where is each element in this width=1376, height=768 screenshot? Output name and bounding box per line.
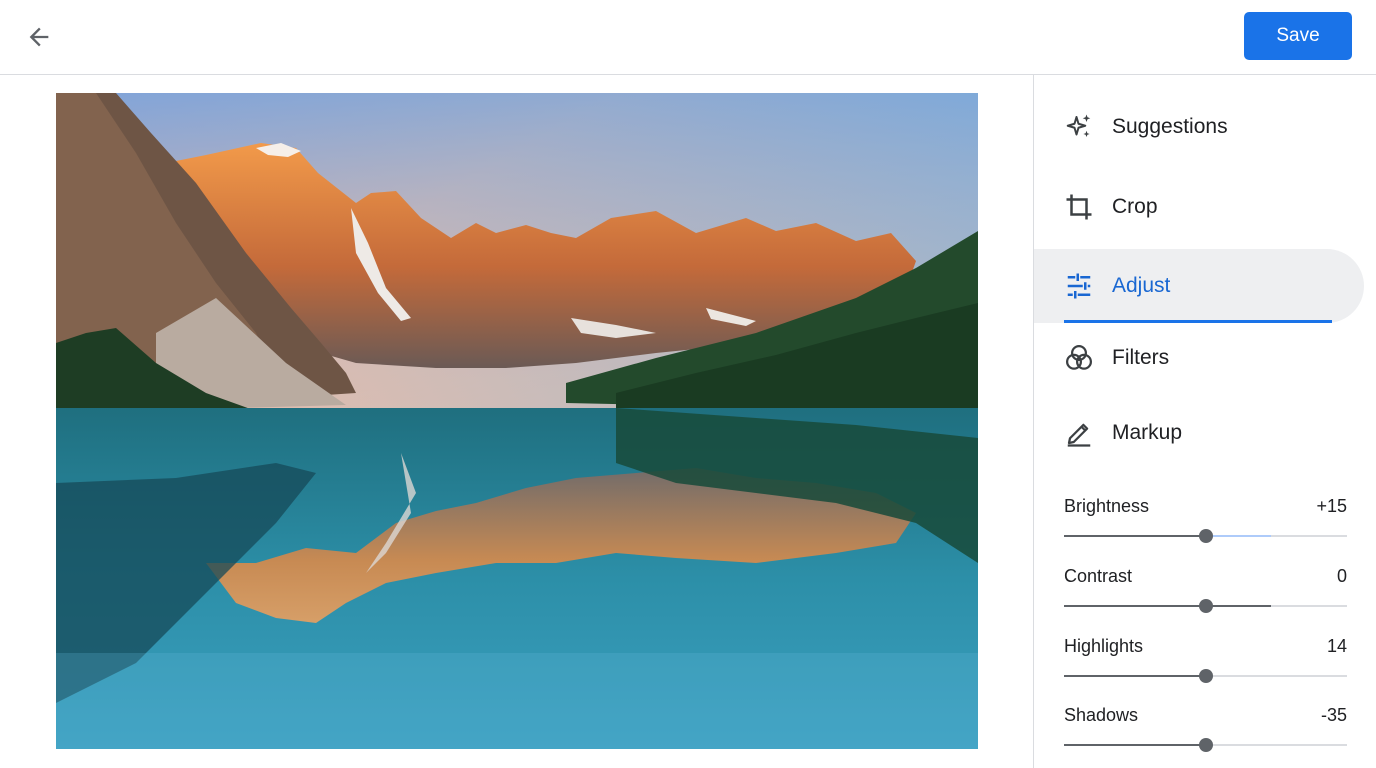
crop-icon (1066, 194, 1092, 220)
slider-fill (1064, 605, 1206, 607)
tool-label: Crop (1112, 195, 1158, 218)
tool-filters[interactable]: Filters (1034, 321, 1364, 395)
sparkle-icon (1066, 114, 1091, 137)
shadows-slider[interactable]: Shadows -35 (1064, 705, 1347, 765)
top-toolbar: Save (0, 0, 1376, 75)
slider-value: +15 (1316, 496, 1347, 516)
photo-canvas (0, 75, 1033, 768)
tool-label: Adjust (1112, 274, 1171, 297)
mountain-lake-photo (56, 93, 978, 749)
tool-label: Suggestions (1112, 115, 1228, 138)
contrast-slider[interactable]: Contrast 0 (1064, 566, 1347, 626)
tool-adjust[interactable]: Adjust (1034, 249, 1364, 323)
slider-thumb[interactable] (1198, 669, 1213, 683)
slider-fill (1064, 744, 1206, 746)
slider-value: -35 (1320, 705, 1347, 725)
save-button[interactable]: Save (1244, 12, 1352, 60)
tool-label: Filters (1112, 346, 1170, 369)
slider-buffer (1205, 535, 1271, 537)
slider-label: Highlights (1064, 636, 1144, 656)
slider-thumb[interactable] (1198, 529, 1213, 543)
slider-value: 0 (1336, 566, 1347, 586)
slider-label: Shadows (1064, 705, 1139, 725)
slider-thumb[interactable] (1198, 738, 1213, 752)
highlights-slider[interactable]: Highlights 14 (1064, 636, 1347, 696)
slider-fill (1064, 675, 1206, 677)
slider-label: Contrast (1064, 566, 1133, 586)
filters-icon (1066, 345, 1092, 370)
tune-icon (1067, 273, 1091, 299)
pen-icon (1067, 423, 1091, 447)
back-button[interactable] (20, 18, 58, 56)
tool-markup[interactable]: Markup (1034, 396, 1364, 470)
brightness-slider[interactable]: Brightness +15 (1064, 496, 1347, 556)
slider-label: Brightness (1064, 496, 1150, 516)
tool-crop[interactable]: Crop (1034, 170, 1364, 244)
tool-suggestions[interactable]: Suggestions (1034, 90, 1364, 164)
slider-thumb[interactable] (1198, 599, 1213, 613)
slider-fill (1064, 535, 1206, 537)
arrow-left-icon (29, 27, 49, 47)
tool-label: Markup (1112, 421, 1183, 444)
slider-value: 14 (1326, 636, 1347, 656)
slider-buffer (1205, 605, 1271, 607)
edit-panel: Suggestions Crop Adjust Filters Markup B… (1033, 75, 1376, 768)
